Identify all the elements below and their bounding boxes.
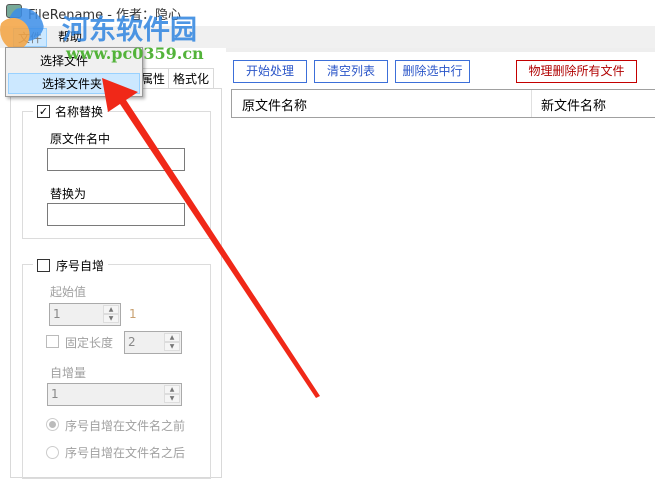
arrow-shape: [102, 78, 320, 398]
red-arrow-annotation: [102, 78, 320, 398]
